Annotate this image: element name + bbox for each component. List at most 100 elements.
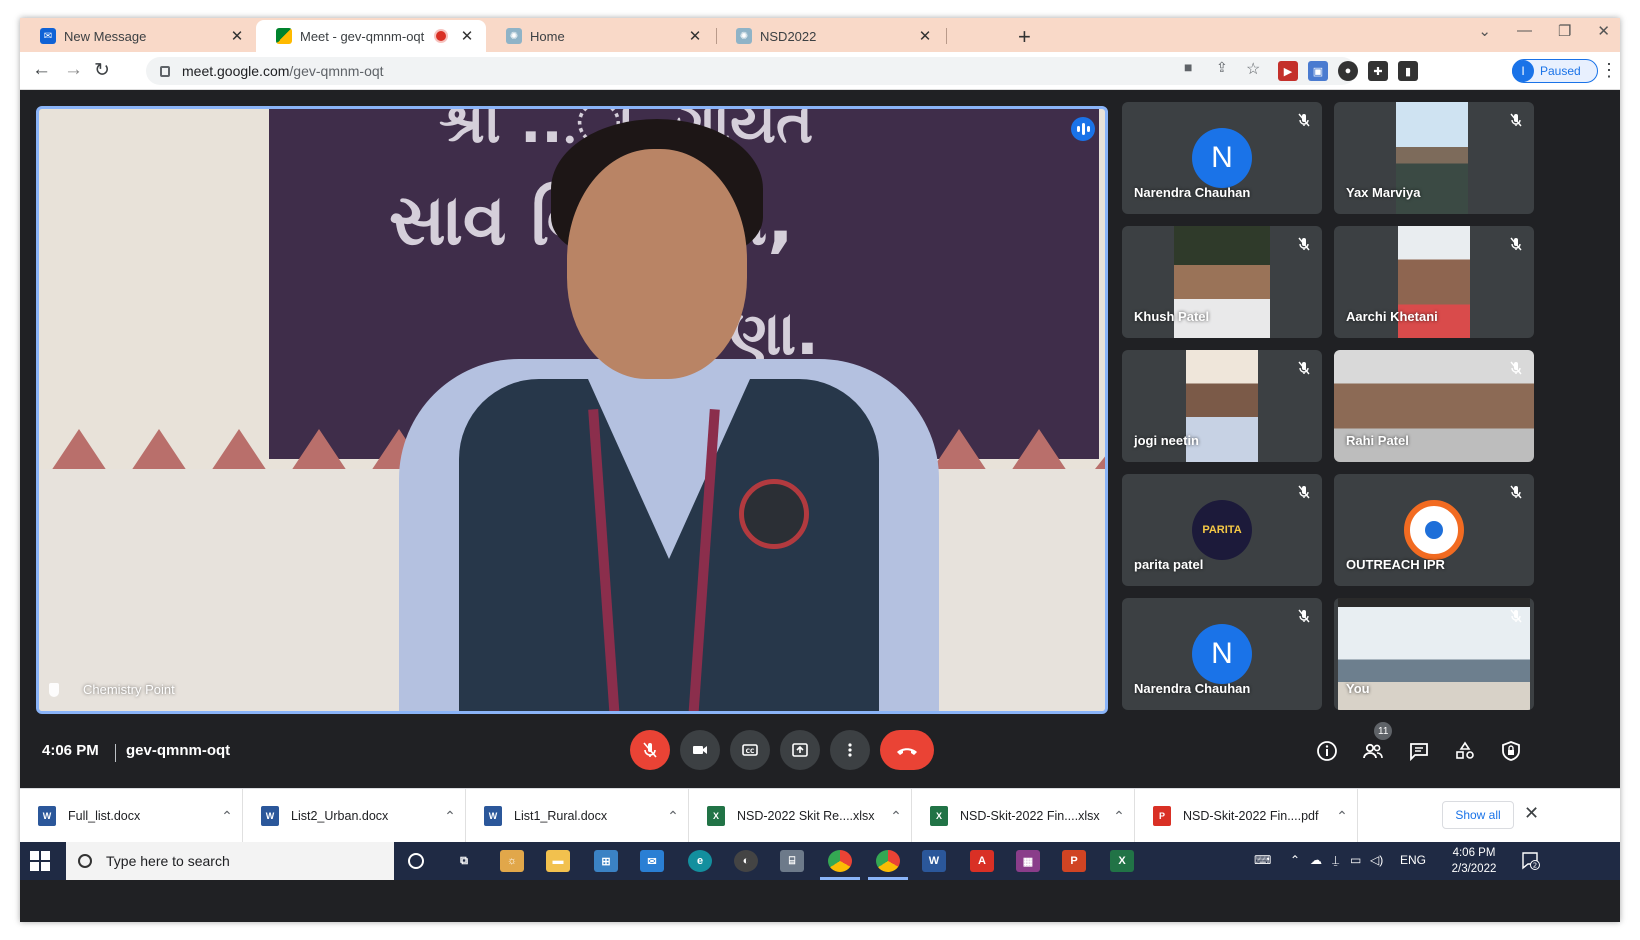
participant-tile[interactable]: N Narendra Chauhan — [1122, 598, 1322, 710]
participant-tile[interactable]: N Narendra Chauhan — [1122, 102, 1322, 214]
edge-browser-icon[interactable]: e — [688, 850, 712, 872]
microsoft-store-icon[interactable]: ⊞ — [594, 850, 618, 872]
participant-name: Aarchi Khetani — [1346, 309, 1438, 324]
chat-button[interactable] — [1406, 738, 1432, 764]
more-options-button[interactable] — [830, 730, 870, 770]
tab-new-message[interactable]: ✉ New Message ✕ — [20, 20, 256, 52]
back-icon[interactable]: ← — [32, 59, 51, 81]
download-item[interactable]: W Full_list.docx ⌃ — [20, 789, 243, 843]
show-all-downloads-button[interactable]: Show all — [1442, 801, 1514, 829]
close-icon[interactable]: ✕ — [1524, 803, 1539, 824]
chrome-profile-icon[interactable] — [876, 850, 900, 872]
chrome-icon[interactable] — [828, 850, 852, 872]
chevron-up-icon[interactable]: ⌃ — [1327, 808, 1357, 825]
search-placeholder: Type here to search — [106, 853, 230, 869]
volume-icon[interactable]: ◁) — [1370, 853, 1383, 867]
participant-tile[interactable]: PARITA parita patel — [1122, 474, 1322, 586]
keyboard-icon[interactable]: ⌨ — [1254, 853, 1271, 867]
participant-tile[interactable]: Yax Marviya — [1334, 102, 1534, 214]
microphone-icon[interactable]: ⍊ — [1332, 853, 1339, 868]
acrobat-icon[interactable]: A — [970, 850, 994, 872]
side-panel-icon[interactable]: ▮ — [1398, 61, 1418, 81]
present-screen-button[interactable] — [780, 730, 820, 770]
chevron-up-icon[interactable]: ⌃ — [1290, 853, 1300, 867]
close-icon[interactable]: ✕ — [916, 27, 934, 45]
network-app-icon[interactable]: ⌸ — [780, 850, 804, 872]
meeting-details-button[interactable] — [1314, 738, 1340, 764]
close-window-icon[interactable]: ✕ — [1597, 22, 1610, 40]
download-item[interactable]: X NSD-2022 Skit Re....xlsx ⌃ — [689, 789, 912, 843]
leave-call-button[interactable] — [880, 730, 934, 770]
participant-tile[interactable]: Aarchi Khetani — [1334, 226, 1534, 338]
tab-title: NSD2022 — [760, 28, 817, 44]
language-indicator[interactable]: ENG — [1400, 853, 1426, 867]
participant-tile[interactable]: jogi neetin — [1122, 350, 1322, 462]
chevron-up-icon[interactable]: ⌃ — [1104, 808, 1134, 825]
chevron-up-icon[interactable]: ⌃ — [658, 808, 688, 825]
profile-button[interactable]: I Paused — [1512, 59, 1598, 83]
meeting-time: 4:06 PM — [42, 742, 99, 759]
close-icon[interactable]: ✕ — [228, 27, 246, 45]
self-view-tile[interactable]: You — [1334, 598, 1534, 710]
task-view-icon[interactable]: ⧉ — [452, 850, 476, 872]
microphone-toggle-button[interactable] — [630, 730, 670, 770]
bookmark-star-icon[interactable]: ☆ — [1246, 59, 1260, 79]
browser-menu-icon[interactable]: ⋮ — [1600, 60, 1618, 81]
reload-icon[interactable]: ↻ — [94, 59, 110, 82]
winrar-icon[interactable]: ▦ — [1016, 850, 1040, 872]
host-controls-button[interactable] — [1498, 738, 1524, 764]
muted-mic-icon — [1508, 484, 1524, 500]
chevron-up-icon[interactable]: ⌃ — [212, 808, 242, 825]
tab-meet[interactable]: Meet - gev-qmnm-oqt ✕ — [256, 20, 486, 52]
download-item[interactable]: P NSD-Skit-2022 Fin....pdf ⌃ — [1135, 789, 1358, 843]
extension-youtube-icon[interactable]: ▶ — [1278, 61, 1298, 81]
camera-in-use-icon[interactable]: ■ — [1184, 59, 1192, 75]
restore-icon[interactable]: ❐ — [1558, 22, 1571, 40]
excel-icon[interactable]: X — [1110, 850, 1134, 872]
forward-icon[interactable]: → — [64, 59, 83, 81]
word-file-icon: W — [38, 806, 56, 826]
main-video-tile[interactable]: શ્રી ...ા. ગાયત સાવ વિદ્યાલય, ણા. Chemis — [36, 106, 1108, 714]
muted-mic-icon — [1296, 608, 1312, 624]
close-icon[interactable]: ✕ — [686, 27, 704, 45]
download-item[interactable]: W List1_Rural.docx ⌃ — [466, 789, 689, 843]
share-icon[interactable]: ⇪ — [1216, 59, 1228, 76]
notification-center-icon[interactable]: 2 — [1520, 850, 1540, 870]
close-icon[interactable]: ✕ — [458, 27, 476, 45]
taskbar-search-box[interactable]: Type here to search — [66, 842, 394, 880]
camera-toggle-button[interactable] — [680, 730, 720, 770]
cortana-icon[interactable] — [408, 853, 424, 869]
new-tab-button[interactable]: + — [1018, 24, 1031, 50]
activities-button[interactable] — [1452, 738, 1478, 764]
media-app-icon[interactable]: ◐ — [734, 850, 758, 872]
address-bar[interactable]: meet.google.com/gev-qmnm-oqt — [146, 57, 1356, 85]
pin-icon[interactable] — [49, 682, 59, 697]
captions-button[interactable]: CC — [730, 730, 770, 770]
cloud-icon[interactable]: ☁ — [1310, 853, 1322, 867]
download-item[interactable]: W List2_Urban.docx ⌃ — [243, 789, 466, 843]
extensions-puzzle-icon[interactable]: ✚ — [1368, 61, 1388, 81]
clock-time: 4:06 PM — [1452, 847, 1496, 859]
chevron-up-icon[interactable]: ⌃ — [881, 808, 911, 825]
participant-tile[interactable]: OUTREACH IPR — [1334, 474, 1534, 586]
browser-toolbar: ← → ↻ meet.google.com/gev-qmnm-oqt ■ ⇪ ☆… — [20, 52, 1620, 90]
network-icon[interactable]: ▭ — [1350, 853, 1361, 867]
people-button[interactable] — [1360, 738, 1386, 764]
extension-screen-icon[interactable]: ▣ — [1308, 61, 1328, 81]
minimize-icon[interactable]: — — [1517, 22, 1532, 40]
taskbar-clock[interactable]: 4:06 PM 2/3/2022 — [1446, 845, 1502, 877]
windows-start-icon[interactable] — [30, 851, 50, 871]
participant-tile[interactable]: Rahi Patel — [1334, 350, 1534, 462]
powerpoint-icon[interactable]: P — [1062, 850, 1086, 872]
mail-icon[interactable]: ✉ — [640, 850, 664, 872]
tab-search-icon[interactable]: ⌄ — [1478, 22, 1491, 40]
tab-nsd2022[interactable]: ✺ NSD2022 ✕ — [716, 20, 944, 52]
extension-record-icon[interactable]: ● — [1338, 61, 1358, 81]
participant-tile[interactable]: Khush Patel — [1122, 226, 1322, 338]
word-icon[interactable]: W — [922, 850, 946, 872]
tab-home[interactable]: ✺ Home ✕ — [486, 20, 714, 52]
chevron-up-icon[interactable]: ⌃ — [435, 808, 465, 825]
file-explorer-icon[interactable]: ▬ — [546, 850, 570, 872]
weather-app-icon[interactable]: ☼ — [500, 850, 524, 872]
download-item[interactable]: X NSD-Skit-2022 Fin....xlsx ⌃ — [912, 789, 1135, 843]
